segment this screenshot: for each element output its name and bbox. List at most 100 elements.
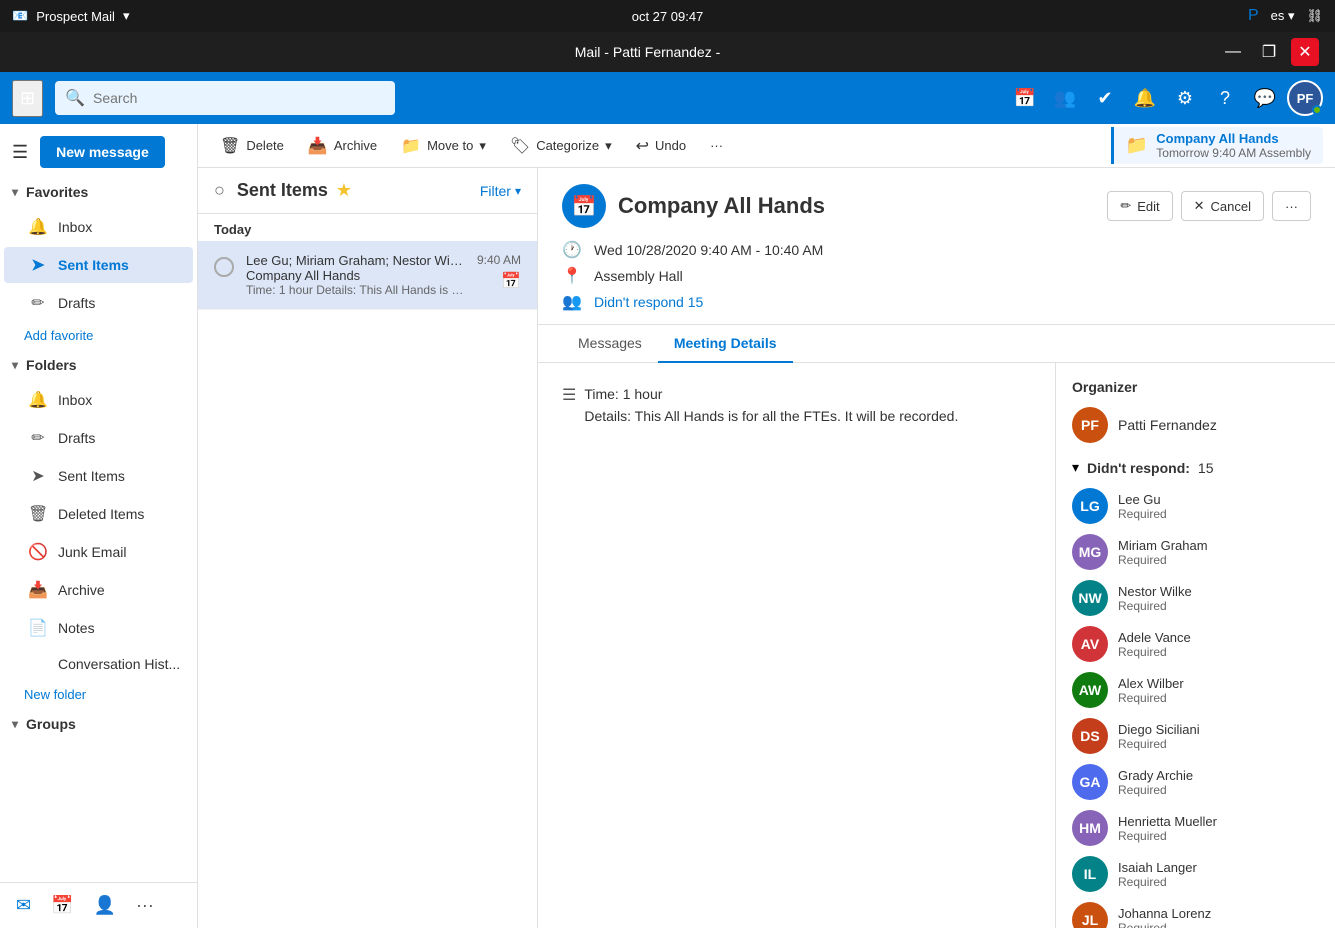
- sidebar-item-deleted-folder[interactable]: 🗑 Deleted Items: [4, 496, 193, 532]
- sidebar-item-inbox-folder[interactable]: 🔔 Inbox: [4, 382, 193, 418]
- favorites-section[interactable]: ▾ Favorites: [0, 176, 197, 208]
- email-list-panel: ○ Sent Items ★ Filter ▾ Today Lee Gu; Mi…: [198, 168, 538, 928]
- new-folder-link[interactable]: New folder: [0, 681, 197, 708]
- drafts-fav-icon: ✏: [28, 293, 48, 313]
- tab-messages[interactable]: Messages: [562, 325, 658, 363]
- sidebar-item-archive-folder[interactable]: 📥 Archive: [4, 572, 193, 608]
- categorize-button[interactable]: 🏷 Categorize ▾: [500, 130, 622, 162]
- undo-button[interactable]: ↩ Undo: [626, 130, 696, 162]
- calendar-icon: 📅: [501, 271, 521, 291]
- delete-button[interactable]: 🗑 Delete: [210, 130, 294, 162]
- dropdown-arrow[interactable]: ▾: [123, 8, 130, 24]
- attendee-role: Required: [1118, 599, 1192, 613]
- new-message-button[interactable]: New message: [40, 136, 165, 168]
- more-actions-button[interactable]: ···: [700, 132, 733, 159]
- sidebar-item-label: Notes: [58, 620, 95, 636]
- title-bar: Mail - Patti Fernandez - — ❐ ✕: [0, 32, 1335, 72]
- sidebar-item-drafts-folder[interactable]: ✏ Drafts: [4, 420, 193, 456]
- archive-button[interactable]: 📥 Archive: [298, 130, 387, 162]
- groups-section[interactable]: ▾ Groups: [0, 708, 197, 740]
- settings-icon-button[interactable]: ⚙: [1167, 80, 1203, 116]
- attendee-avatar: HM: [1072, 810, 1108, 846]
- sidebar-item-label: Sent Items: [58, 468, 125, 484]
- cancel-button[interactable]: ✕ Cancel: [1181, 191, 1264, 221]
- no-respond-header[interactable]: ▾ Didn't respond: 15: [1072, 459, 1319, 476]
- meetings-icon-button[interactable]: 📅: [1007, 80, 1043, 116]
- detail-actions: ✏ Edit ✕ Cancel ···: [1107, 191, 1311, 221]
- attendee-avatar: AV: [1072, 626, 1108, 662]
- sidebar-item-junk-folder[interactable]: 🚫 Junk Email: [4, 534, 193, 570]
- add-favorite-link[interactable]: Add favorite: [0, 322, 197, 349]
- sidebar-item-sent-folder[interactable]: ➤ Sent Items: [4, 458, 193, 494]
- sidebar-item-label: Junk Email: [58, 544, 126, 560]
- todo-icon-button[interactable]: ✔: [1087, 80, 1123, 116]
- restore-button[interactable]: ❐: [1255, 38, 1283, 66]
- email-item[interactable]: Lee Gu; Miriam Graham; Nestor Wilke; Ac …: [198, 241, 537, 310]
- sidebar-item-drafts-fav[interactable]: ✏ Drafts: [4, 285, 193, 321]
- email-select-circle[interactable]: [214, 257, 234, 277]
- more-nav-button[interactable]: ···: [132, 891, 158, 920]
- no-respond-count: 15: [1198, 460, 1214, 476]
- attendee-name: Alex Wilber: [1118, 676, 1184, 691]
- minimize-button[interactable]: —: [1219, 38, 1247, 66]
- search-box[interactable]: 🔍: [55, 81, 395, 115]
- respond-row: 👥 Didn't respond 15: [562, 292, 1311, 312]
- location-icon: 📍: [562, 266, 582, 286]
- attendee-row: IL Isaiah Langer Required: [1072, 856, 1319, 892]
- organizer-avatar: PF: [1072, 407, 1108, 443]
- archive-icon: 📥: [308, 136, 328, 156]
- move-to-button[interactable]: 📁 Move to ▾: [391, 130, 496, 162]
- sidebar-item-notes-folder[interactable]: 📄 Notes: [4, 610, 193, 646]
- user-avatar-button[interactable]: PF: [1287, 80, 1323, 116]
- sidebar-item-conv-folder[interactable]: Conversation Hist...: [4, 648, 193, 680]
- help-icon-button[interactable]: ?: [1207, 80, 1243, 116]
- edit-button[interactable]: ✏ Edit: [1107, 191, 1172, 221]
- people-nav-button[interactable]: 👤: [90, 891, 120, 920]
- inbox-folder-icon: 🔔: [28, 390, 48, 410]
- attendee-role: Required: [1118, 875, 1197, 889]
- attendee-role: Required: [1118, 737, 1200, 751]
- network-icon: ⛓: [1306, 8, 1323, 24]
- tab-meeting-details[interactable]: Meeting Details: [658, 325, 793, 363]
- sent-folder-icon: ➤: [28, 466, 48, 486]
- attendee-avatar: IL: [1072, 856, 1108, 892]
- search-input[interactable]: [93, 90, 385, 106]
- folders-section[interactable]: ▾ Folders: [0, 349, 197, 381]
- close-button[interactable]: ✕: [1291, 38, 1319, 66]
- datetime-row: 🕐 Wed 10/28/2020 9:40 AM - 10:40 AM: [562, 240, 1311, 260]
- no-respond-link[interactable]: Didn't respond 15: [594, 294, 703, 310]
- os-bar-right: P es ▾ ⛓: [1248, 7, 1323, 25]
- sent-fav-icon: ➤: [28, 255, 48, 275]
- star-icon[interactable]: ★: [336, 180, 352, 201]
- lang-indicator: es ▾: [1271, 8, 1295, 24]
- detail-tabs: Messages Meeting Details: [538, 325, 1335, 363]
- filter-button[interactable]: Filter ▾: [480, 183, 521, 199]
- email-list-title: Sent Items: [237, 180, 328, 201]
- left-panel-bottom: ✉ 📅 👤 ···: [0, 882, 197, 928]
- attendee-avatar: NW: [1072, 580, 1108, 616]
- email-list-header: ○ Sent Items ★ Filter ▾: [198, 168, 537, 214]
- attendee-role: Required: [1118, 507, 1167, 521]
- attendee-name: Lee Gu: [1118, 492, 1167, 507]
- sidebar-item-sent-fav[interactable]: ➤ Sent Items: [4, 247, 193, 283]
- people-icon-button[interactable]: 👥: [1047, 80, 1083, 116]
- bell-icon-button[interactable]: 🔔: [1127, 80, 1163, 116]
- calendar-nav-button[interactable]: 📅: [47, 891, 77, 920]
- edit-icon: ✏: [1120, 198, 1131, 214]
- sidebar-item-inbox-fav[interactable]: 🔔 Inbox: [4, 209, 193, 245]
- more-detail-button[interactable]: ···: [1272, 191, 1311, 221]
- feedback-icon-button[interactable]: 💬: [1247, 80, 1283, 116]
- move-icon: 📁: [401, 136, 421, 156]
- attendee-role: Required: [1118, 783, 1193, 797]
- attendees-panel: Organizer PF Patti Fernandez ▾ Didn't re…: [1055, 363, 1335, 928]
- reminder-banner[interactable]: 📁 Company All Hands Tomorrow 9:40 AM Ass…: [1111, 127, 1323, 164]
- attendee-name: Nestor Wilke: [1118, 584, 1192, 599]
- select-all-circle-icon[interactable]: ○: [214, 180, 225, 201]
- attendee-info: Alex Wilber Required: [1118, 676, 1184, 705]
- sidebar-item-label: Conversation Hist...: [58, 656, 180, 672]
- p-icon: P: [1248, 7, 1259, 25]
- grid-menu-button[interactable]: ⊞: [12, 80, 43, 117]
- attendee-name: Diego Siciliani: [1118, 722, 1200, 737]
- hamburger-button[interactable]: ☰: [12, 142, 28, 163]
- mail-nav-button[interactable]: ✉: [12, 891, 35, 920]
